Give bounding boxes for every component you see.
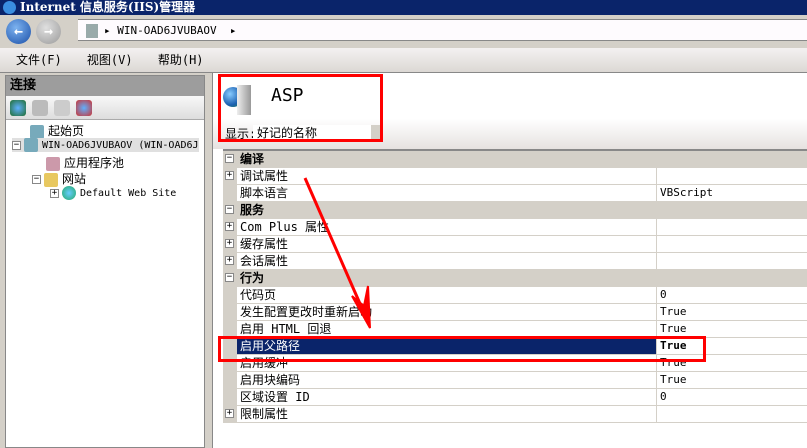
annotation-arrow	[303, 177, 371, 329]
